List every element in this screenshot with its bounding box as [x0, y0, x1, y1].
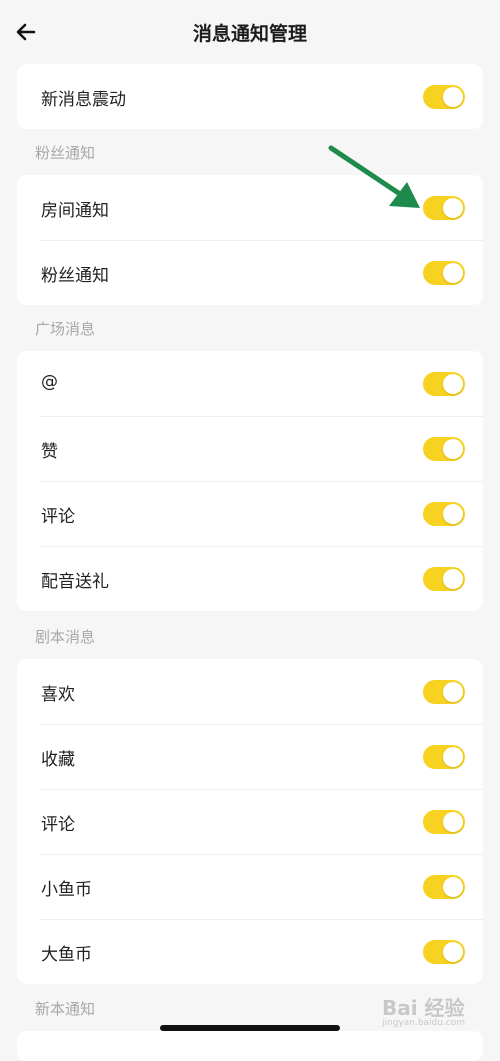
row-label: 收藏 [41, 750, 75, 770]
watermark-text: Bai 经验 [382, 996, 465, 1020]
row-label: 新消息震动 [41, 90, 126, 110]
row-label: 大鱼币 [41, 945, 92, 965]
header: 消息通知管理 [0, 0, 500, 66]
dub-gift-toggle[interactable] [423, 567, 465, 591]
plaza-settings-card: @ 赞 评论 配音送礼 [17, 351, 483, 611]
settings-row-like[interactable]: 赞 [17, 416, 483, 481]
row-label: 喜欢 [41, 685, 75, 705]
row-label: 配音送礼 [41, 572, 109, 592]
general-settings-card: 新消息震动 [17, 64, 483, 129]
settings-row-comment[interactable]: 评论 [17, 481, 483, 546]
watermark-logo: Bai 经验 jingyan.baidu.com [382, 984, 492, 1034]
toggle-knob [443, 942, 463, 962]
toggle-knob [443, 87, 463, 107]
toggle-knob [443, 877, 463, 897]
toggle-knob [443, 263, 463, 283]
toggle-knob [443, 198, 463, 218]
toggle-knob [443, 504, 463, 524]
toggle-knob [443, 569, 463, 589]
section-title-plaza: 广场消息 [35, 320, 96, 338]
settings-row-mention[interactable]: @ [17, 351, 483, 416]
home-indicator[interactable] [160, 1025, 340, 1031]
fans-notify-toggle[interactable] [423, 261, 465, 285]
collect-toggle[interactable] [423, 745, 465, 769]
settings-row-small-coin[interactable]: 小鱼币 [17, 854, 483, 919]
section-title-script: 剧本消息 [35, 628, 96, 646]
row-label: 评论 [41, 815, 75, 835]
toggle-knob [443, 682, 463, 702]
comment-toggle[interactable] [423, 502, 465, 526]
row-label: @ [41, 372, 58, 392]
watermark-subtext: jingyan.baidu.com [382, 1018, 466, 1028]
page-title: 消息通知管理 [192, 23, 307, 45]
row-label: 房间通知 [41, 201, 109, 221]
row-label: 小鱼币 [41, 880, 92, 900]
like-toggle[interactable] [423, 437, 465, 461]
section-title-new-script: 新本通知 [35, 1000, 96, 1018]
settings-row-fans[interactable]: 粉丝通知 [17, 240, 483, 305]
toggle-knob [443, 439, 463, 459]
toggle-knob [443, 812, 463, 832]
toggle-knob [443, 747, 463, 767]
favorite-toggle[interactable] [423, 680, 465, 704]
row-label: 评论 [41, 507, 75, 527]
section-title-fans: 粉丝通知 [35, 144, 96, 162]
script-comment-toggle[interactable] [423, 810, 465, 834]
settings-row-collect[interactable]: 收藏 [17, 724, 483, 789]
row-label: 粉丝通知 [41, 266, 109, 286]
big-coin-toggle[interactable] [423, 940, 465, 964]
new-script-settings-card [17, 1031, 483, 1061]
settings-row-dub-gift[interactable]: 配音送礼 [17, 546, 483, 611]
annotation-arrow-icon [328, 145, 420, 208]
settings-row-big-coin[interactable]: 大鱼币 [17, 919, 483, 984]
settings-row-script-comment[interactable]: 评论 [17, 789, 483, 854]
toggle-knob [443, 374, 463, 394]
settings-row-vibrate[interactable]: 新消息震动 [17, 64, 483, 129]
row-label: 赞 [41, 442, 58, 462]
mention-toggle[interactable] [423, 372, 465, 396]
vibrate-toggle[interactable] [423, 85, 465, 109]
small-coin-toggle[interactable] [423, 875, 465, 899]
settings-row-favorite[interactable]: 喜欢 [17, 659, 483, 724]
script-settings-card: 喜欢 收藏 评论 小鱼币 大鱼币 [17, 659, 483, 984]
